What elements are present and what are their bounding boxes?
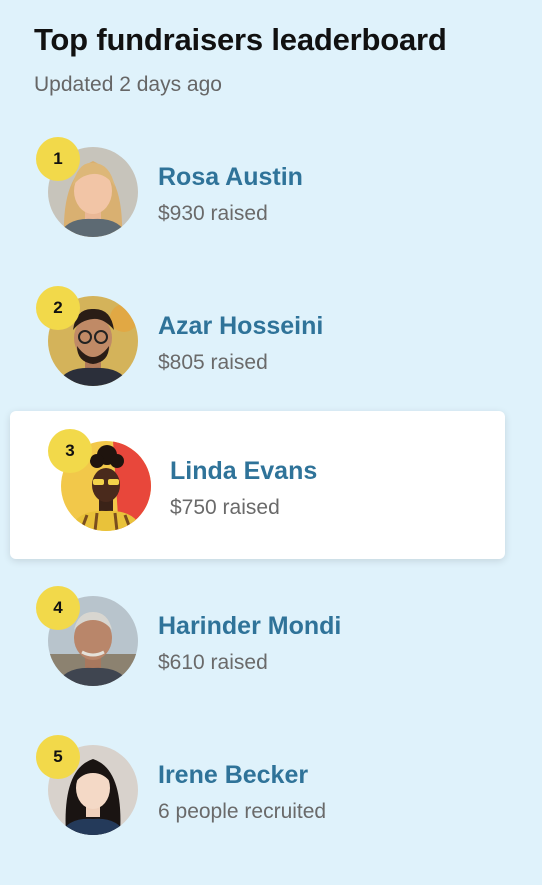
- fundraiser-name[interactable]: Linda Evans: [170, 457, 317, 486]
- rank-badge: 5: [36, 735, 80, 779]
- leaderboard-entry-linda-evans[interactable]: 3 Linda Evans $750 raised: [10, 411, 505, 559]
- fundraiser-name[interactable]: Harinder Mondi: [158, 612, 341, 641]
- fundraiser-name[interactable]: Azar Hosseini: [158, 312, 323, 341]
- fundraiser-name[interactable]: Irene Becker: [158, 761, 308, 790]
- rank-badge: 1: [36, 137, 80, 181]
- last-updated-text: Updated 2 days ago: [34, 73, 222, 96]
- rank-badge: 2: [36, 286, 80, 330]
- leaderboard-entry-irene-becker[interactable]: 5 Irene Becker 6 people recruited: [0, 735, 542, 885]
- fundraiser-stat: $930 raised: [158, 202, 268, 225]
- page-title: Top fundraisers leaderboard: [34, 22, 447, 57]
- leaderboard-entry-harinder-mondi[interactable]: 4 Harinder Mondi $610 raised: [0, 586, 542, 736]
- fundraiser-name[interactable]: Rosa Austin: [158, 163, 303, 192]
- rank-badge: 3: [48, 429, 92, 473]
- fundraiser-stat: 6 people recruited: [158, 800, 327, 823]
- rank-badge: 4: [36, 586, 80, 630]
- fundraiser-stat: $750 raised: [170, 496, 280, 519]
- fundraiser-stat: $610 raised: [158, 651, 268, 674]
- leaderboard-entry-rosa-austin[interactable]: 1 Rosa Austin $930 raised: [0, 137, 542, 287]
- fundraiser-stat: $805 raised: [158, 351, 268, 374]
